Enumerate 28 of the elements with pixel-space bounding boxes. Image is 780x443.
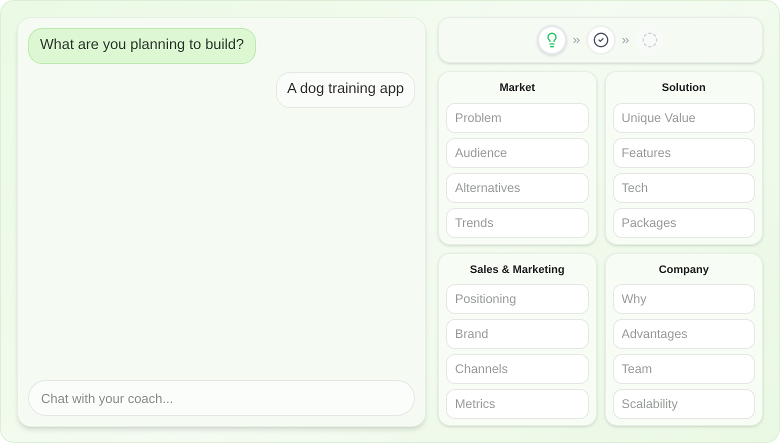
check-step-icon[interactable] — [586, 25, 616, 55]
section-field[interactable]: Tech — [612, 172, 755, 202]
section-field[interactable]: Audience — [446, 138, 588, 168]
chevrons-icon — [570, 34, 582, 46]
section-field[interactable]: Positioning — [446, 284, 588, 314]
section-field[interactable]: Unique Value — [612, 102, 755, 132]
section-title: Solution — [660, 81, 707, 96]
chat-input[interactable]: Chat with your coach... — [28, 380, 415, 416]
section-field[interactable]: Alternatives — [446, 172, 588, 202]
dashed-circle-step-icon[interactable] — [634, 25, 664, 55]
chevrons-icon — [620, 34, 630, 46]
section-field[interactable]: Metrics — [446, 389, 588, 419]
section-title: Market — [498, 81, 536, 96]
section-field[interactable]: Problem — [446, 102, 588, 132]
section-field[interactable]: Features — [612, 138, 755, 168]
section-field[interactable]: Advantages — [612, 319, 755, 349]
section-field[interactable]: Team — [612, 354, 755, 384]
user-message: A dog training app — [276, 72, 415, 108]
section-field[interactable]: Packages — [612, 208, 755, 238]
section-field[interactable]: Trends — [446, 208, 588, 238]
section-title: Company — [658, 262, 710, 278]
section-field[interactable]: Why — [612, 284, 755, 314]
section-field[interactable]: Channels — [446, 354, 588, 384]
lightbulb-step-icon[interactable] — [536, 25, 566, 55]
section-title: Sales & Marketing — [468, 262, 566, 278]
coach-message: What are you planning to build? — [28, 28, 256, 64]
section-field[interactable]: Scalability — [612, 389, 755, 419]
section-field[interactable]: Brand — [446, 319, 588, 349]
